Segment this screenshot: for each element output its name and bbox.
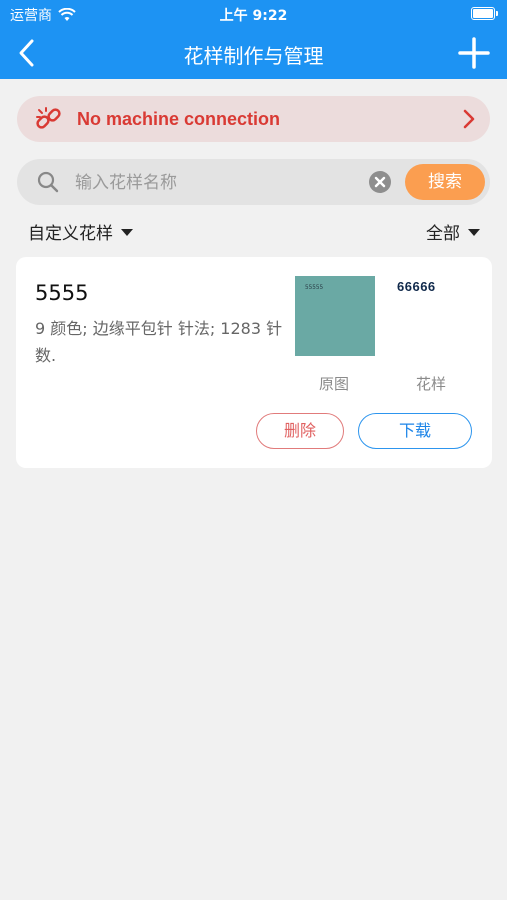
download-button[interactable]: 下载 (358, 413, 472, 449)
banner-text: No machine connection (77, 109, 281, 129)
original-image-label: 原图 (319, 375, 350, 393)
caret-down-icon (468, 229, 480, 236)
pattern-type-filter[interactable]: 自定义花样 (28, 219, 133, 244)
search-input[interactable] (73, 167, 367, 199)
pattern-type-label: 自定义花样 (28, 224, 113, 244)
search-icon (37, 171, 59, 193)
pattern-label: 花样 (416, 375, 447, 393)
original-thumb-text: 55555 (305, 284, 324, 291)
search-bar: 搜索 (17, 159, 490, 205)
delete-button[interactable]: 删除 (256, 413, 344, 449)
search-button[interactable]: 搜索 (405, 164, 485, 200)
add-pattern-button[interactable] (457, 36, 491, 70)
battery-icon (471, 7, 498, 20)
pattern-card[interactable]: 5555 9 颜色; 边缘平包针 针法; 1283 针数. 55555 6666… (16, 257, 492, 468)
scope-label: 全部 (426, 224, 460, 244)
caret-down-icon (121, 229, 133, 236)
app-header: 运营商 上午 9:22 花样制作与管理 (0, 0, 507, 79)
pattern-description: 9 颜色; 边缘平包针 针法; 1283 针数. (35, 319, 283, 365)
broken-link-icon (36, 107, 61, 129)
original-image-thumbnail[interactable]: 55555 (295, 276, 375, 356)
scope-filter[interactable]: 全部 (426, 219, 480, 244)
machine-connection-banner[interactable]: No machine connection (17, 96, 490, 142)
pattern-thumbnail[interactable]: 66666 (397, 279, 445, 297)
page-title: 花样制作与管理 (183, 44, 324, 68)
status-time: 上午 9:22 (219, 8, 288, 24)
clear-search-button[interactable] (369, 171, 391, 193)
chevron-right-icon (463, 109, 475, 129)
close-icon (374, 176, 386, 188)
pattern-name: 5555 (35, 281, 89, 305)
